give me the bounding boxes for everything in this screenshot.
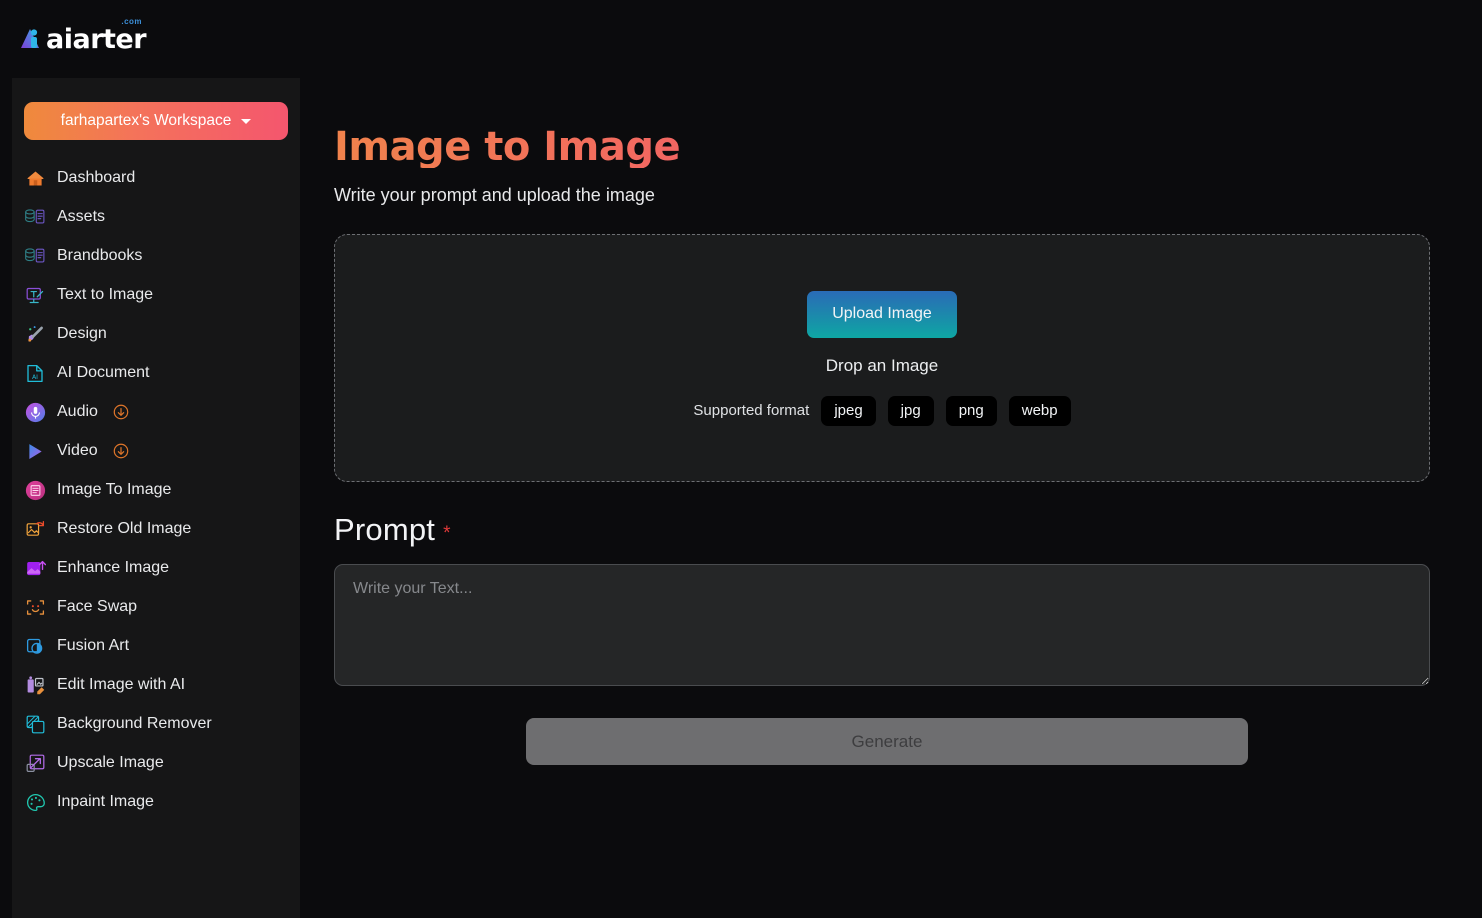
sidebar-item-assets[interactable]: Assets	[12, 200, 300, 234]
sidebar-item-label: Upscale Image	[57, 754, 164, 771]
format-chip-png: png	[945, 395, 997, 426]
sidebar: farhapartex's Workspace Dashboard Assets…	[12, 78, 300, 918]
enhance-image-icon	[24, 557, 46, 579]
brandbooks-icon	[24, 245, 46, 267]
page-title: Image to Image	[334, 126, 1440, 168]
sidebar-item-brandbooks[interactable]: Brandbooks	[12, 239, 300, 273]
svg-text:AI: AI	[32, 373, 38, 380]
video-icon	[24, 440, 46, 462]
arrow-down-circle-icon[interactable]	[113, 443, 129, 459]
prompt-header: Prompt *	[334, 512, 1440, 548]
app-root: aiarter .com farhapartex's Workspace Das…	[0, 0, 1482, 918]
sidebar-item-label: Image To Image	[57, 481, 172, 498]
sidebar-item-label: Audio	[57, 403, 98, 420]
top-bar: aiarter .com	[0, 0, 1482, 78]
sidebar-item-image-to-image[interactable]: Image To Image	[12, 473, 300, 507]
sidebar-item-label: Fusion Art	[57, 637, 130, 654]
sidebar-item-label: Face Swap	[57, 598, 138, 615]
page-subtitle: Write your prompt and upload the image	[334, 185, 655, 205]
generate-button-row: Generate	[334, 718, 1440, 765]
sidebar-item-label: Assets	[57, 208, 106, 225]
workspace-label: farhapartex's Workspace	[60, 112, 232, 129]
sidebar-item-label: Inpaint Image	[57, 793, 154, 810]
sidebar-item-label: Restore Old Image	[57, 520, 192, 537]
edit-image-with-ai-icon	[24, 674, 46, 696]
chevron-down-icon	[241, 118, 252, 124]
format-chip-jpeg: jpeg	[821, 395, 876, 426]
upload-image-button[interactable]: Upload Image	[807, 290, 957, 338]
main-content: Image to Image Write your prompt and upl…	[300, 78, 1482, 918]
sidebar-item-label: Dashboard	[57, 169, 136, 186]
ai-document-icon: AI	[24, 362, 46, 384]
sidebar-item-audio[interactable]: Audio	[12, 395, 300, 429]
prompt-label: Prompt	[334, 512, 436, 547]
sidebar-item-enhance-image[interactable]: Enhance Image	[12, 551, 300, 585]
sidebar-item-inpaint-image[interactable]: Inpaint Image	[12, 785, 300, 819]
restore-old-image-icon	[24, 518, 46, 540]
sidebar-item-edit-image-with-ai[interactable]: Edit Image with AI	[12, 668, 300, 702]
drop-hint-text: Drop an Image	[825, 355, 939, 375]
brand-tld: .com	[121, 16, 143, 26]
sidebar-item-restore-old-image[interactable]: Restore Old Image	[12, 512, 300, 546]
sidebar-item-video[interactable]: Video	[12, 434, 300, 468]
sidebar-item-text-to-image[interactable]: Text to Image	[12, 278, 300, 312]
format-chip-jpg: jpg	[887, 395, 934, 426]
sidebar-item-face-swap[interactable]: Face Swap	[12, 590, 300, 624]
image-to-image-icon	[24, 479, 46, 501]
generate-button[interactable]: Generate	[526, 718, 1248, 765]
sidebar-item-ai-document[interactable]: AI AI Document	[12, 356, 300, 390]
sidebar-item-background-remover[interactable]: Background Remover	[12, 707, 300, 741]
sidebar-item-label: AI Document	[57, 364, 150, 381]
triangle-person-logo-icon	[18, 26, 44, 52]
sidebar-item-label: Brandbooks	[57, 247, 143, 264]
text-to-image-icon	[24, 284, 46, 306]
audio-icon	[24, 401, 46, 423]
face-swap-icon	[24, 596, 46, 618]
supported-formats-row: Supported format jpeg jpg png webp	[693, 395, 1071, 426]
supported-formats-label: Supported format	[693, 402, 810, 419]
sidebar-nav-list: Dashboard Assets Brandbooks Text to Imag…	[12, 152, 300, 819]
format-chip-webp: webp	[1008, 395, 1071, 426]
home-icon	[24, 167, 46, 189]
fusion-art-icon	[24, 635, 46, 657]
sidebar-item-label: Design	[57, 325, 107, 342]
brand-name: aiarter	[46, 23, 147, 55]
upscale-image-icon	[24, 752, 46, 774]
brand-logo[interactable]: aiarter .com	[18, 17, 147, 55]
sidebar-item-label: Enhance Image	[57, 559, 170, 576]
inpaint-image-icon	[24, 791, 46, 813]
assets-icon	[24, 206, 46, 228]
sidebar-item-fusion-art[interactable]: Fusion Art	[12, 629, 300, 663]
sidebar-item-label: Edit Image with AI	[57, 676, 186, 693]
design-icon	[24, 323, 46, 345]
background-remover-icon	[24, 713, 46, 735]
arrow-down-circle-icon[interactable]	[113, 404, 129, 420]
sidebar-item-dashboard[interactable]: Dashboard	[12, 161, 300, 195]
sidebar-item-label: Text to Image	[57, 286, 154, 303]
image-dropzone[interactable]: Upload Image Drop an Image Supported for…	[334, 234, 1430, 482]
sidebar-item-design[interactable]: Design	[12, 317, 300, 351]
workspace-selector-button[interactable]: farhapartex's Workspace	[24, 102, 288, 140]
prompt-input[interactable]	[334, 564, 1430, 686]
sidebar-item-upscale-image[interactable]: Upscale Image	[12, 746, 300, 780]
required-marker: *	[443, 523, 451, 544]
sidebar-item-label: Background Remover	[57, 715, 212, 732]
sidebar-item-label: Video	[57, 442, 98, 459]
